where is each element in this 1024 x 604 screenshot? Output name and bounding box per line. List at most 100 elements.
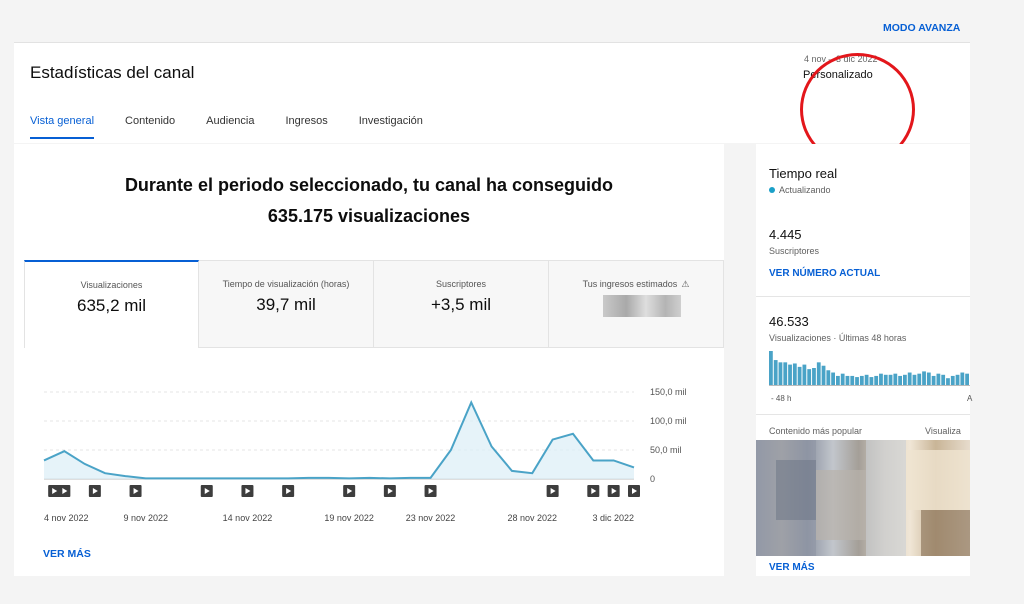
tab-audience[interactable]: Audiencia xyxy=(206,115,254,139)
realtime-bar xyxy=(831,372,835,385)
metric-views-label: Visualizaciones xyxy=(80,280,143,290)
realtime-bar xyxy=(936,373,941,385)
realtime-bar xyxy=(907,372,912,385)
blurred-thumbnail[interactable] xyxy=(756,440,970,556)
y-tick-label: 0 xyxy=(650,474,655,484)
realtime-bar xyxy=(855,377,859,385)
y-tick-label: 150,0 mil xyxy=(650,387,687,397)
metric-subscribers[interactable]: Suscriptores +3,5 mil xyxy=(374,260,549,348)
popular-content-label: Contenido más popular xyxy=(769,426,863,436)
realtime-bar xyxy=(821,365,826,385)
y-tick-label: 100,0 mil xyxy=(650,416,687,426)
metric-watch-time-value: 39,7 mil xyxy=(256,295,316,314)
see-more-button[interactable]: VER MÁS xyxy=(43,548,91,560)
realtime-bar xyxy=(845,375,850,385)
realtime-bar xyxy=(807,369,812,385)
x-tick-label: 23 nov 2022 xyxy=(406,513,456,523)
realtime-bar xyxy=(812,368,816,385)
metric-watch-time[interactable]: Tiempo de visualización (horas) 39,7 mil xyxy=(199,260,374,348)
metric-watch-time-label: Tiempo de visualización (horas) xyxy=(222,279,350,289)
realtime-bar-chart xyxy=(769,351,970,386)
realtime-views-value: 46.533 xyxy=(769,314,809,329)
summary-line-1: Durante el periodo seleccionado, tu cana… xyxy=(124,175,614,195)
see-current-count-link[interactable]: VER NÚMERO ACTUAL xyxy=(769,268,880,279)
x-tick-label: 9 nov 2022 xyxy=(123,513,168,523)
realtime-status: Actualizando xyxy=(769,185,831,195)
summary-line-2: 635.175 visualizaciones xyxy=(267,206,471,226)
realtime-bar xyxy=(946,378,950,385)
realtime-bar xyxy=(778,362,783,385)
tab-research[interactable]: Investigación xyxy=(359,115,423,139)
metric-subscribers-value: +3,5 mil xyxy=(431,295,491,314)
realtime-bar xyxy=(783,362,788,385)
realtime-card: Tiempo real Actualizando 4.445 Suscripto… xyxy=(756,144,973,576)
realtime-bar xyxy=(840,373,845,385)
metric-tabs: Visualizaciones 635,2 mil Tiempo de visu… xyxy=(24,260,724,348)
realtime-title: Tiempo real xyxy=(769,166,838,181)
views-area xyxy=(44,402,634,479)
tab-bar: Vista general Contenido Audiencia Ingres… xyxy=(30,115,454,139)
realtime-bar xyxy=(883,374,888,385)
x-tick-label: 14 nov 2022 xyxy=(223,513,273,523)
realtime-bar xyxy=(926,372,931,385)
realtime-bar xyxy=(797,366,802,385)
x-tick-label: 4 nov 2022 xyxy=(44,513,89,523)
popular-views-header: Visualiza xyxy=(925,426,961,436)
blurred-revenue-value xyxy=(603,295,681,317)
views-chart-svg: 0 50,0 mil 100,0 mil 150,0 mil 4 nov 2022 9 n… xyxy=(43,387,687,523)
metric-revenue[interactable]: Tus ingresos estimados ⚠ xyxy=(549,260,724,348)
realtime-bar xyxy=(922,371,926,385)
metric-views-value: 635,2 mil xyxy=(77,296,146,315)
realtime-subs-value: 4.445 xyxy=(769,227,802,242)
x-tick-label: 28 nov 2022 xyxy=(508,513,558,523)
realtime-see-more-button[interactable]: VER MÁS xyxy=(769,562,815,573)
realtime-bar xyxy=(773,360,778,385)
advanced-mode-link[interactable]: MODO AVANZA xyxy=(883,22,960,34)
realtime-status-text: Actualizando xyxy=(779,185,831,195)
metric-views[interactable]: Visualizaciones 635,2 mil xyxy=(24,260,199,348)
metric-revenue-label-text: Tus ingresos estimados xyxy=(582,279,678,289)
metric-revenue-label: Tus ingresos estimados ⚠ xyxy=(549,279,723,290)
realtime-bar xyxy=(816,362,821,385)
realtime-axis-start: - 48 h xyxy=(771,394,792,403)
realtime-bar xyxy=(898,375,902,385)
x-tick-label: 19 nov 2022 xyxy=(324,513,374,523)
views-chart: 0 50,0 mil 100,0 mil 150,0 mil 4 nov 2022 9 n… xyxy=(24,348,724,576)
y-tick-label: 50,0 mil xyxy=(650,445,682,455)
realtime-bar xyxy=(888,374,893,385)
realtime-axis-end: A xyxy=(967,394,973,403)
realtime-bar xyxy=(912,374,917,385)
overview-card: Durante el periodo seleccionado, tu cana… xyxy=(14,144,724,576)
realtime-bar xyxy=(826,370,831,385)
realtime-bar xyxy=(836,375,840,385)
realtime-bar xyxy=(874,375,879,385)
tab-revenue[interactable]: Ingresos xyxy=(286,115,328,139)
realtime-bar xyxy=(917,373,922,385)
realtime-bar xyxy=(850,375,855,385)
realtime-bar xyxy=(859,375,864,385)
tab-overview[interactable]: Vista general xyxy=(30,115,95,139)
realtime-bar xyxy=(960,372,965,385)
realtime-bar xyxy=(869,377,874,385)
divider xyxy=(756,414,970,415)
realtime-bar xyxy=(950,375,955,385)
live-dot-icon xyxy=(769,187,775,193)
realtime-bar xyxy=(893,373,898,385)
realtime-bar xyxy=(792,363,797,385)
analytics-page: Estadísticas del canal Vista general Con… xyxy=(0,0,1024,604)
x-tick-label: 3 dic 2022 xyxy=(592,513,634,523)
realtime-bar xyxy=(864,374,869,385)
realtime-bar xyxy=(931,375,936,385)
realtime-bar xyxy=(769,351,773,385)
realtime-bar xyxy=(879,373,883,385)
metric-subscribers-label: Suscriptores xyxy=(435,279,487,289)
realtime-bar xyxy=(903,374,907,385)
realtime-bar xyxy=(955,374,960,385)
tab-content[interactable]: Contenido xyxy=(125,115,175,139)
summary-headline: Durante el periodo seleccionado, tu cana… xyxy=(14,170,724,232)
realtime-subs-label: Suscriptores xyxy=(769,246,820,256)
divider xyxy=(756,296,970,297)
realtime-bar xyxy=(788,364,792,385)
realtime-bar xyxy=(965,373,969,385)
page-title: Estadísticas del canal xyxy=(30,63,195,82)
